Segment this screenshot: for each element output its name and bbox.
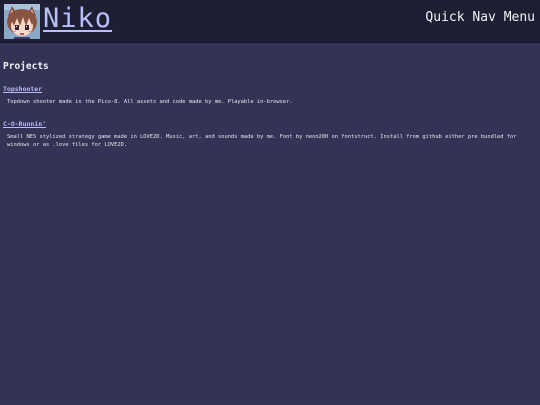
project-item-topshooter: Topshooter Topdown shooter made in the P… bbox=[3, 76, 533, 106]
project-description: Topdown shooter made in the Pico-8. All … bbox=[7, 99, 293, 105]
main-content: Projects Topshooter Topdown shooter made… bbox=[3, 60, 533, 149]
project-link-topshooter[interactable]: Topshooter bbox=[3, 85, 42, 94]
avatar bbox=[4, 4, 40, 39]
project-link-c-o-runnin[interactable]: C-O-Runnin' bbox=[3, 120, 46, 129]
quick-nav-menu-button[interactable]: Quick Nav Menu bbox=[425, 10, 535, 26]
site-header: Niko Quick Nav Menu bbox=[0, 0, 540, 43]
project-item-c-o-runnin: C-O-Runnin' Small NES stylized strategy … bbox=[3, 111, 533, 149]
page: Niko Quick Nav Menu Projects Topshooter … bbox=[0, 0, 540, 405]
projects-heading: Projects bbox=[3, 61, 49, 72]
anime-avatar-icon bbox=[4, 4, 40, 39]
site-title-link[interactable]: Niko bbox=[43, 1, 112, 37]
project-description: Small NES stylized strategy game made in… bbox=[7, 134, 517, 148]
